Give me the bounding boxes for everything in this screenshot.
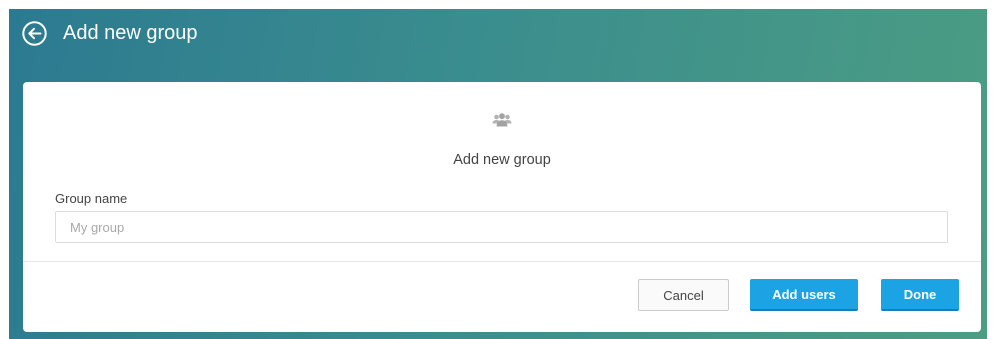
group-name-input[interactable] xyxy=(55,211,948,243)
group-name-label: Group name xyxy=(55,191,128,206)
dialog-title: Add new group xyxy=(453,152,551,168)
cancel-button[interactable]: Cancel xyxy=(638,279,729,311)
page-title: Add new group xyxy=(63,22,198,44)
add-users-button[interactable]: Add users xyxy=(750,279,858,311)
users-group-icon xyxy=(492,113,512,127)
arrow-left-circle-icon xyxy=(22,21,47,46)
done-button[interactable]: Done xyxy=(881,279,959,311)
back-button[interactable] xyxy=(22,21,47,46)
page-header: Add new group xyxy=(9,9,987,57)
dialog-divider xyxy=(23,261,981,262)
add-group-dialog: Add new group Group name Cancel Add user… xyxy=(23,82,981,332)
